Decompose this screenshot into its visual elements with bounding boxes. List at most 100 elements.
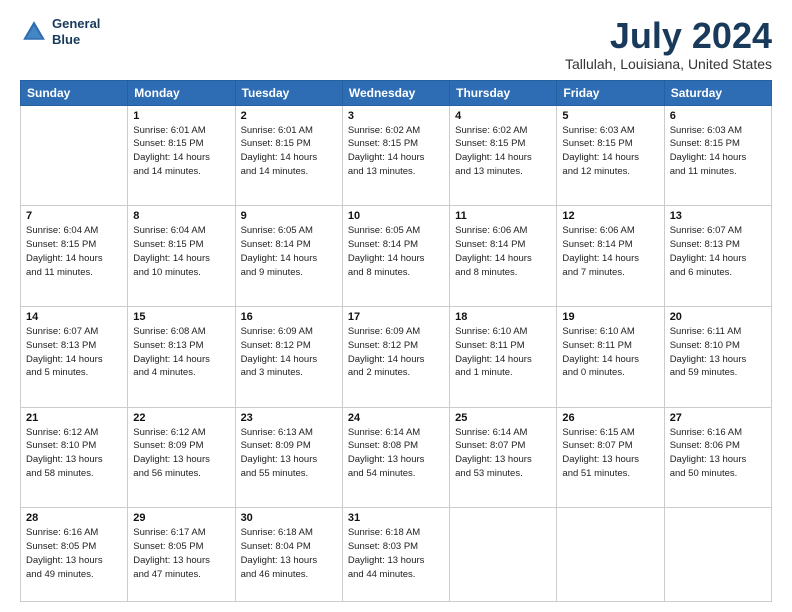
title-section: July 2024 Tallulah, Louisiana, United St… (565, 16, 772, 72)
day-number: 2 (241, 110, 337, 122)
day-number: 8 (133, 210, 229, 222)
day-number: 28 (26, 512, 122, 524)
day-number: 23 (241, 412, 337, 424)
day-info: Sunrise: 6:02 AMSunset: 8:15 PMDaylight:… (348, 124, 444, 179)
day-info: Sunrise: 6:11 AMSunset: 8:10 PMDaylight:… (670, 325, 766, 380)
day-info: Sunrise: 6:07 AMSunset: 8:13 PMDaylight:… (670, 224, 766, 279)
calendar-cell: 10 Sunrise: 6:05 AMSunset: 8:14 PMDayligh… (342, 206, 449, 307)
calendar-cell: 17Sunrise: 6:09 AMSunset: 8:12 PMDayligh… (342, 307, 449, 408)
calendar-cell: 25 Sunrise: 6:14 AMSunset: 8:07 PMDayligh… (450, 407, 557, 508)
calendar-week-2: 14 Sunrise: 6:07 AMSunset: 8:13 PMDayligh… (21, 307, 772, 408)
day-info: Sunrise: 6:14 AMSunset: 8:08 PMDaylight:… (348, 426, 444, 481)
page: General Blue July 2024 Tallulah, Louisia… (0, 0, 792, 612)
day-info: Sunrise: 6:09 AMSunset: 8:12 PMDaylight:… (241, 325, 337, 380)
day-info: Sunrise: 6:08 AMSunset: 8:13 PMDaylight:… (133, 325, 229, 380)
day-number: 27 (670, 412, 766, 424)
col-header-wednesday: Wednesday (342, 80, 449, 105)
calendar-cell (664, 508, 771, 602)
calendar-cell: 6 Sunrise: 6:03 AMSunset: 8:15 PMDaylight… (664, 105, 771, 206)
day-info: Sunrise: 6:12 AMSunset: 8:09 PMDaylight:… (133, 426, 229, 481)
day-number: 24 (348, 412, 444, 424)
calendar-cell: 9Sunrise: 6:05 AMSunset: 8:14 PMDaylight… (235, 206, 342, 307)
day-number: 25 (455, 412, 551, 424)
day-number: 13 (670, 210, 766, 222)
day-number: 10 (348, 210, 444, 222)
day-info: Sunrise: 6:13 AMSunset: 8:09 PMDaylight:… (241, 426, 337, 481)
day-info: Sunrise: 6:04 AMSunset: 8:15 PMDaylight:… (26, 224, 122, 279)
calendar-cell: 19 Sunrise: 6:10 AMSunset: 8:11 PMDayligh… (557, 307, 664, 408)
logo-icon (20, 18, 48, 46)
calendar-cell: 23 Sunrise: 6:13 AMSunset: 8:09 PMDayligh… (235, 407, 342, 508)
day-number: 20 (670, 311, 766, 323)
day-info: Sunrise: 6:03 AMSunset: 8:15 PMDaylight:… (562, 124, 658, 179)
day-number: 22 (133, 412, 229, 424)
day-number: 6 (670, 110, 766, 122)
calendar-week-4: 28 Sunrise: 6:16 AMSunset: 8:05 PMDayligh… (21, 508, 772, 602)
calendar-cell: 14 Sunrise: 6:07 AMSunset: 8:13 PMDayligh… (21, 307, 128, 408)
day-info: Sunrise: 6:01 AMSunset: 8:15 PMDaylight:… (241, 124, 337, 179)
calendar-cell: 24 Sunrise: 6:14 AMSunset: 8:08 PMDayligh… (342, 407, 449, 508)
calendar-cell (450, 508, 557, 602)
day-info: Sunrise: 6:10 AMSunset: 8:11 PMDaylight:… (455, 325, 551, 380)
day-number: 14 (26, 311, 122, 323)
col-header-saturday: Saturday (664, 80, 771, 105)
calendar-cell: 5 Sunrise: 6:03 AMSunset: 8:15 PMDaylight… (557, 105, 664, 206)
calendar-cell: 21Sunrise: 6:12 AMSunset: 8:10 PMDayligh… (21, 407, 128, 508)
calendar-cell: 27 Sunrise: 6:16 AMSunset: 8:06 PMDayligh… (664, 407, 771, 508)
calendar-cell: 20 Sunrise: 6:11 AMSunset: 8:10 PMDayligh… (664, 307, 771, 408)
col-header-friday: Friday (557, 80, 664, 105)
day-info: Sunrise: 6:16 AMSunset: 8:06 PMDaylight:… (670, 426, 766, 481)
col-header-sunday: Sunday (21, 80, 128, 105)
calendar-cell: 4 Sunrise: 6:02 AMSunset: 8:15 PMDaylight… (450, 105, 557, 206)
day-info: Sunrise: 6:10 AMSunset: 8:11 PMDaylight:… (562, 325, 658, 380)
day-number: 4 (455, 110, 551, 122)
calendar-cell: 30Sunrise: 6:18 AMSunset: 8:04 PMDayligh… (235, 508, 342, 602)
calendar-cell (21, 105, 128, 206)
col-header-tuesday: Tuesday (235, 80, 342, 105)
calendar-header-row: SundayMondayTuesdayWednesdayThursdayFrid… (21, 80, 772, 105)
calendar-cell: 22 Sunrise: 6:12 AMSunset: 8:09 PMDayligh… (128, 407, 235, 508)
day-info: Sunrise: 6:15 AMSunset: 8:07 PMDaylight:… (562, 426, 658, 481)
day-number: 11 (455, 210, 551, 222)
subtitle: Tallulah, Louisiana, United States (565, 56, 772, 72)
day-info: Sunrise: 6:05 AMSunset: 8:14 PMDaylight:… (348, 224, 444, 279)
day-info: Sunrise: 6:18 AMSunset: 8:04 PMDaylight:… (241, 526, 337, 581)
calendar-week-0: 1 Sunrise: 6:01 AMSunset: 8:15 PMDaylight… (21, 105, 772, 206)
header: General Blue July 2024 Tallulah, Louisia… (20, 16, 772, 72)
day-number: 26 (562, 412, 658, 424)
calendar-cell: 15 Sunrise: 6:08 AMSunset: 8:13 PMDayligh… (128, 307, 235, 408)
day-info: Sunrise: 6:16 AMSunset: 8:05 PMDaylight:… (26, 526, 122, 581)
calendar-cell: 3 Sunrise: 6:02 AMSunset: 8:15 PMDaylight… (342, 105, 449, 206)
day-info: Sunrise: 6:12 AMSunset: 8:10 PMDaylight:… (26, 426, 122, 481)
calendar-cell: 26 Sunrise: 6:15 AMSunset: 8:07 PMDayligh… (557, 407, 664, 508)
day-info: Sunrise: 6:14 AMSunset: 8:07 PMDaylight:… (455, 426, 551, 481)
main-title: July 2024 (565, 16, 772, 56)
col-header-thursday: Thursday (450, 80, 557, 105)
day-number: 3 (348, 110, 444, 122)
day-info: Sunrise: 6:02 AMSunset: 8:15 PMDaylight:… (455, 124, 551, 179)
calendar-cell: 28 Sunrise: 6:16 AMSunset: 8:05 PMDayligh… (21, 508, 128, 602)
day-number: 16 (241, 311, 337, 323)
day-number: 12 (562, 210, 658, 222)
day-number: 5 (562, 110, 658, 122)
calendar-cell (557, 508, 664, 602)
day-number: 19 (562, 311, 658, 323)
day-number: 15 (133, 311, 229, 323)
calendar-cell: 11 Sunrise: 6:06 AMSunset: 8:14 PMDayligh… (450, 206, 557, 307)
day-info: Sunrise: 6:09 AMSunset: 8:12 PMDaylight:… (348, 325, 444, 380)
calendar-cell: 12 Sunrise: 6:06 AMSunset: 8:14 PMDayligh… (557, 206, 664, 307)
day-number: 7 (26, 210, 122, 222)
calendar-week-3: 21Sunrise: 6:12 AMSunset: 8:10 PMDayligh… (21, 407, 772, 508)
day-info: Sunrise: 6:05 AMSunset: 8:14 PMDaylight:… (241, 224, 337, 279)
day-info: Sunrise: 6:06 AMSunset: 8:14 PMDaylight:… (562, 224, 658, 279)
day-number: 1 (133, 110, 229, 122)
day-info: Sunrise: 6:07 AMSunset: 8:13 PMDaylight:… (26, 325, 122, 380)
day-info: Sunrise: 6:03 AMSunset: 8:15 PMDaylight:… (670, 124, 766, 179)
day-number: 29 (133, 512, 229, 524)
calendar-cell: 31Sunrise: 6:18 AMSunset: 8:03 PMDayligh… (342, 508, 449, 602)
calendar-cell: 8Sunrise: 6:04 AMSunset: 8:15 PMDaylight… (128, 206, 235, 307)
logo: General Blue (20, 16, 100, 47)
day-info: Sunrise: 6:18 AMSunset: 8:03 PMDaylight:… (348, 526, 444, 581)
day-info: Sunrise: 6:06 AMSunset: 8:14 PMDaylight:… (455, 224, 551, 279)
calendar-cell: 1Sunrise: 6:01 AMSunset: 8:15 PMDaylight… (128, 105, 235, 206)
